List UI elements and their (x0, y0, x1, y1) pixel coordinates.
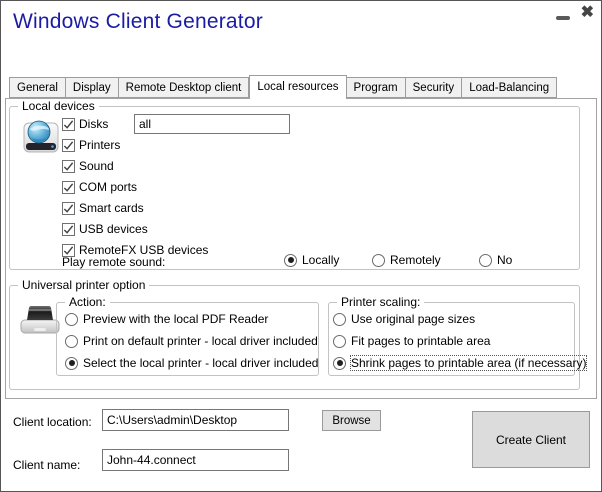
client-name-label: Client name: (13, 458, 80, 472)
disks-filter-input[interactable] (134, 114, 290, 134)
tab-program[interactable]: Program (347, 77, 406, 98)
radio-label: Print on default printer - local driver … (83, 334, 318, 348)
local-devices-groupbox: Local devices (9, 106, 580, 270)
radio-row-remotely: Remotely (372, 253, 441, 267)
radio-row-original-sizes: Use original page sizes (333, 312, 475, 326)
radio-row-no: No (479, 253, 512, 267)
local-devices-group-title: Local devices (18, 99, 99, 113)
smart-cards-checkbox[interactable] (62, 202, 75, 215)
action-group-title: Action: (65, 295, 110, 309)
printer-scaling-group-title: Printer scaling: (337, 295, 424, 309)
fit-pages-radio[interactable] (333, 335, 346, 348)
radio-row-preview-pdf: Preview with the local PDF Reader (65, 312, 268, 326)
checkbox-label: COM ports (79, 180, 137, 194)
local-resources-tab-panel: Local devices (5, 98, 597, 399)
checkbox-row-disks: Disks (62, 117, 108, 131)
preview-pdf-radio[interactable] (65, 313, 78, 326)
radio-label: Select the local printer - local driver … (83, 356, 318, 370)
radio-row-select-printer: Select the local printer - local driver … (65, 356, 318, 370)
tab-strip: General Display Remote Desktop client Lo… (9, 75, 557, 98)
com-ports-checkbox[interactable] (62, 181, 75, 194)
radio-row-print-default: Print on default printer - local driver … (65, 334, 318, 348)
radio-label: Preview with the local PDF Reader (83, 312, 268, 326)
radio-row-locally: Locally (284, 253, 339, 267)
universal-printer-group-title: Universal printer option (18, 278, 149, 292)
tab-general[interactable]: General (9, 77, 66, 98)
client-location-label: Client location: (13, 415, 92, 429)
remotely-radio[interactable] (372, 254, 385, 267)
checkbox-label: Printers (79, 138, 120, 152)
shrink-pages-radio[interactable] (333, 357, 346, 370)
usb-devices-checkbox[interactable] (62, 223, 75, 236)
printer-icon (20, 301, 60, 337)
radio-label: Fit pages to printable area (351, 334, 490, 348)
select-printer-radio[interactable] (65, 357, 78, 370)
browse-button[interactable]: Browse (322, 410, 381, 431)
tab-security[interactable]: Security (406, 77, 463, 98)
close-icon[interactable]: ✖ (581, 3, 594, 23)
windows-client-generator-window: Windows Client Generator ✖ General Displ… (0, 0, 602, 492)
tab-display[interactable]: Display (66, 77, 119, 98)
universal-printer-groupbox: Universal printer option Action: (9, 285, 580, 390)
radio-label: Locally (302, 253, 339, 267)
action-groupbox: Action: Preview with the local PDF Reade… (56, 302, 319, 376)
checkbox-label: Smart cards (79, 201, 144, 215)
print-default-radio[interactable] (65, 335, 78, 348)
create-client-button[interactable]: Create Client (472, 411, 590, 468)
client-location-input[interactable] (102, 409, 289, 431)
checkbox-label: Disks (79, 117, 108, 131)
tab-load-balancing[interactable]: Load-Balancing (462, 77, 557, 98)
play-remote-sound-label: Play remote sound: (62, 255, 165, 269)
radio-row-fit-pages: Fit pages to printable area (333, 334, 490, 348)
checkbox-row-smart-cards: Smart cards (62, 201, 144, 215)
radio-label: No (497, 253, 512, 267)
no-radio[interactable] (479, 254, 492, 267)
checkbox-label: Sound (79, 159, 114, 173)
printers-checkbox[interactable] (62, 139, 75, 152)
checkbox-row-printers: Printers (62, 138, 120, 152)
radio-label: Shrink pages to printable area (if neces… (351, 356, 586, 370)
sound-checkbox[interactable] (62, 160, 75, 173)
radio-label: Use original page sizes (351, 312, 475, 326)
checkbox-row-com-ports: COM ports (62, 180, 137, 194)
tab-remote-desktop-client[interactable]: Remote Desktop client (119, 77, 250, 98)
disks-checkbox[interactable] (62, 118, 75, 131)
minimize-icon[interactable] (556, 16, 570, 20)
checkbox-row-usb-devices: USB devices (62, 222, 148, 236)
radio-row-shrink-pages: Shrink pages to printable area (if neces… (333, 356, 586, 370)
client-name-input[interactable] (102, 449, 289, 471)
checkbox-row-sound: Sound (62, 159, 114, 173)
drive-globe-icon (22, 116, 60, 156)
checkbox-label: USB devices (79, 222, 148, 236)
printer-scaling-groupbox: Printer scaling: Use original page sizes… (328, 302, 575, 376)
locally-radio[interactable] (284, 254, 297, 267)
radio-label: Remotely (390, 253, 441, 267)
page-title: Windows Client Generator (13, 10, 263, 34)
tab-local-resources[interactable]: Local resources (249, 75, 346, 99)
original-page-sizes-radio[interactable] (333, 313, 346, 326)
